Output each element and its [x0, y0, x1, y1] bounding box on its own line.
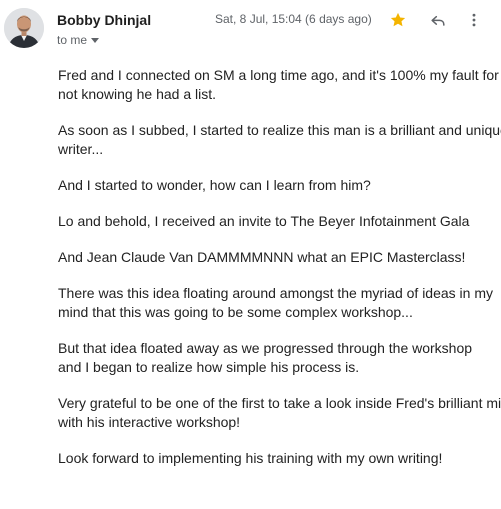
- body-paragraph: As soon as I subbed, I started to realiz…: [58, 122, 501, 157]
- reply-icon[interactable]: [428, 10, 448, 30]
- more-options-button[interactable]: [462, 8, 486, 32]
- body-paragraph: Fred and I connected on SM a long time a…: [58, 67, 499, 102]
- star-button[interactable]: [386, 8, 410, 32]
- sender-name[interactable]: Bobby Dhinjal: [57, 12, 151, 28]
- body-paragraph: And Jean Claude Van DAMMMMNNN what an EP…: [58, 249, 466, 265]
- more-vert-icon[interactable]: [465, 11, 483, 29]
- recipient-details-toggle[interactable]: to me: [57, 33, 100, 47]
- body-paragraph: Lo and behold, I received an invite to T…: [58, 213, 470, 229]
- body-paragraph: There was this idea floating around amon…: [58, 285, 494, 320]
- sender-avatar[interactable]: [4, 8, 44, 48]
- body-paragraph: Look forward to implementing his trainin…: [58, 450, 443, 466]
- message-body: Fred and I connected on SM a long time a…: [58, 66, 501, 485]
- reply-button[interactable]: [426, 8, 450, 32]
- star-icon[interactable]: [389, 11, 407, 29]
- body-paragraph: And I started to wonder, how can I learn…: [58, 177, 371, 193]
- body-paragraph: But that idea floated away as we progres…: [58, 340, 473, 375]
- message-date: Sat, 8 Jul, 15:04 (6 days ago): [215, 12, 372, 26]
- chevron-down-icon[interactable]: [91, 37, 100, 43]
- body-paragraph: Very grateful to be one of the first to …: [58, 395, 501, 430]
- recipient-label: to me: [57, 33, 88, 47]
